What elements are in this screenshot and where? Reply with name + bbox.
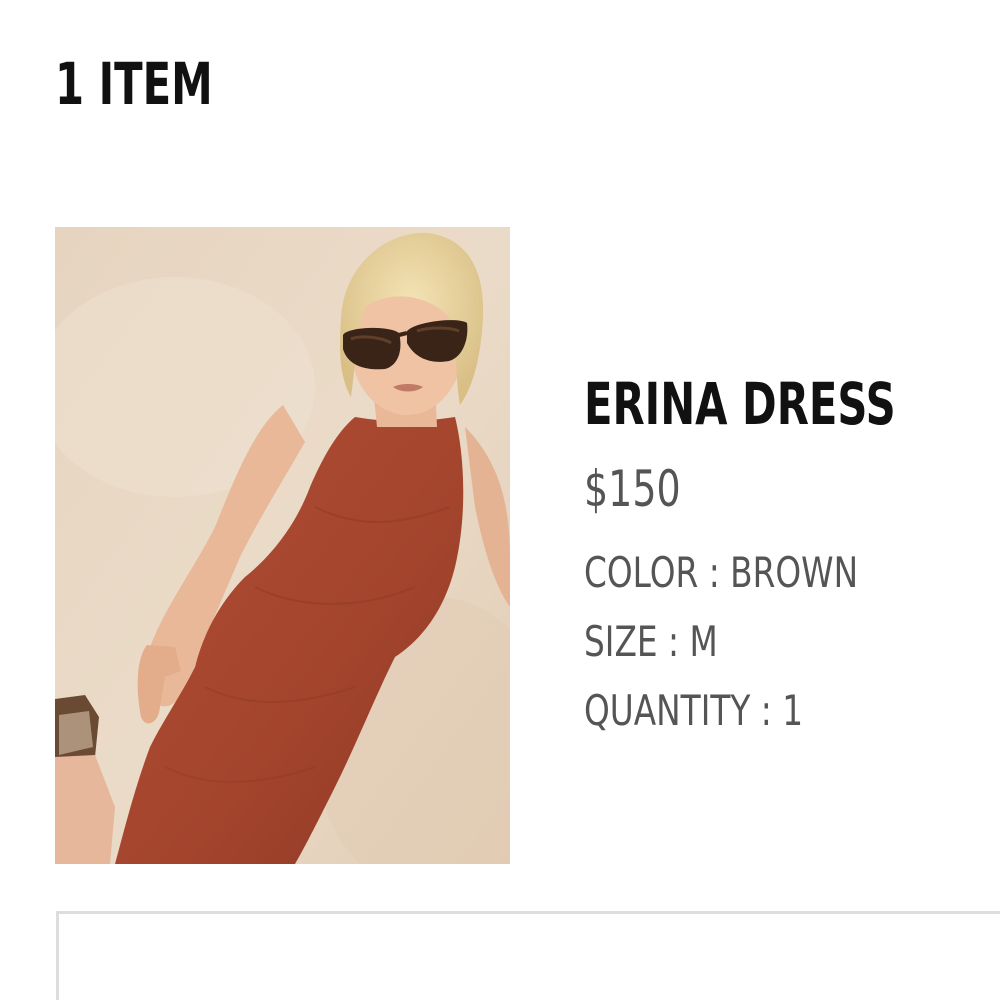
- product-quantity: QUANTITY : 1: [584, 686, 804, 735]
- product-name[interactable]: ERINA DRESS: [584, 366, 896, 442]
- product-size: SIZE : M: [584, 617, 718, 666]
- product-color: COLOR : BROWN: [584, 548, 859, 597]
- cart-summary-box: [56, 911, 1000, 1000]
- product-photo-illustration: [55, 227, 510, 864]
- product-price: $150: [584, 460, 681, 518]
- product-image[interactable]: [55, 227, 510, 864]
- product-details: ERINA DRESS $150 COLOR : BROWN SIZE : M …: [584, 0, 994, 900]
- cart-item-count-heading: 1 ITEM: [55, 50, 213, 118]
